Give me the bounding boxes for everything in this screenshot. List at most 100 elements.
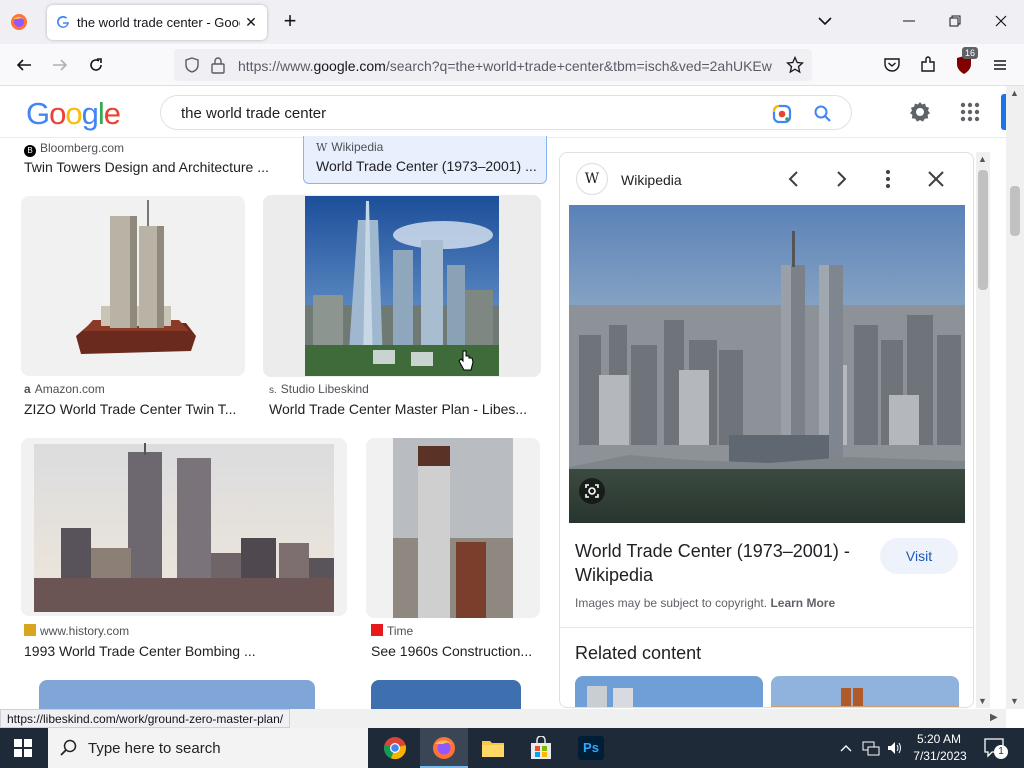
extensions-icon[interactable] [914,51,942,79]
chrome-taskbar-icon[interactable] [383,736,407,760]
settings-gear-icon[interactable] [908,100,932,124]
close-window-button[interactable] [992,12,1010,30]
extension-badge: 16 [962,47,979,59]
google-lens-icon[interactable] [771,103,793,125]
photoshop-taskbar-icon[interactable]: Ps [578,736,604,760]
taskbar-search-box[interactable]: Type here to search [48,728,368,768]
result-caption: See 1960s Construction... [371,643,533,659]
clock-date[interactable]: 7/31/2023 [912,749,968,763]
result-item-wikipedia-selected[interactable]: W Wikipedia World Trade Center (1973–2001… [303,136,547,184]
bookmark-star-icon[interactable] [785,55,805,74]
scroll-down-arrow-icon[interactable]: ▼ [978,696,987,706]
google-header: Google [0,86,1006,138]
page-scrollbar-thumb[interactable] [1010,186,1020,236]
ublock-extension-icon[interactable]: 16 [950,47,979,79]
url-bar[interactable]: https://www.google.com/search?q=the+worl… [174,49,812,81]
google-favicon-icon [56,15,70,29]
link-status-bar: https://libeskind.com/work/ground-zero-m… [0,709,291,728]
microsoft-store-taskbar-icon[interactable] [530,735,552,760]
navigation-toolbar: https://www.google.com/search?q=the+worl… [0,44,1024,86]
back-button[interactable] [10,51,38,79]
panel-divider [560,627,973,628]
scroll-up-arrow-icon[interactable]: ▲ [978,154,987,164]
previous-image-chevron-icon[interactable] [784,169,804,189]
google-logo[interactable]: Google [26,96,121,132]
google-apps-icon[interactable] [959,101,981,123]
lock-icon[interactable] [210,56,226,74]
active-tab[interactable]: the world trade center - Google Search ✕ [47,5,267,40]
result-meta-time[interactable]: Time See 1960s Construction... [366,624,542,664]
result-source: B Bloomberg.com [24,141,124,157]
tab-close-icon[interactable]: ✕ [243,14,259,30]
result-caption: World Trade Center (1973–2001) ... [316,158,537,174]
file-explorer-taskbar-icon[interactable] [481,737,505,759]
result-image-libeskind[interactable] [263,195,541,377]
amazon-favicon-icon: a [24,382,31,396]
learn-more-link[interactable]: Learn More [770,596,835,610]
forward-button[interactable] [46,51,74,79]
result-image-time[interactable] [366,438,540,618]
mouse-cursor-hand-icon [458,350,474,372]
hamburger-menu-icon[interactable] [986,51,1014,79]
scroll-right-arrow-icon[interactable]: ▶ [990,712,998,723]
result-source: www.history.com [24,624,129,638]
search-input[interactable] [181,102,741,124]
history-favicon-icon [24,624,36,636]
page-scroll-down-icon[interactable]: ▼ [1010,696,1019,706]
search-icon[interactable] [813,104,833,124]
result-source: s. Studio Libeskind [269,382,369,396]
panel-preview-image[interactable] [569,205,965,523]
result-meta-history[interactable]: www.history.com 1993 World Trade Center … [20,624,300,664]
search-box [160,95,852,130]
result-meta-amazon[interactable]: a Amazon.com ZIZO World Trade Center Twin… [20,382,260,422]
result-caption: 1993 World Trade Center Bombing ... [24,643,256,659]
tracking-protection-icon[interactable] [184,57,200,73]
firefox-taskbar-icon-active[interactable] [420,728,468,768]
show-hidden-icons-chevron[interactable] [838,740,854,756]
list-all-tabs-icon[interactable] [816,12,834,30]
url-text: https://www.google.com/search?q=the+worl… [238,58,772,74]
next-image-chevron-icon[interactable] [831,169,851,189]
panel-scrollbar[interactable]: ▲ ▼ [976,152,990,708]
result-caption: World Trade Center Master Plan - Libes..… [269,401,528,417]
new-tab-button[interactable]: + [279,10,301,32]
panel-source-name[interactable]: Wikipedia [621,172,682,188]
result-image-amazon[interactable] [21,196,245,376]
related-content-heading: Related content [575,643,702,663]
panel-title[interactable]: World Trade Center (1973–2001) - Wikiped… [575,539,865,587]
network-icon[interactable] [862,739,880,757]
visit-button[interactable]: Visit [880,538,958,574]
close-panel-icon[interactable] [926,169,946,189]
result-image-history[interactable] [21,438,347,616]
panel-scrollbar-thumb[interactable] [978,170,988,290]
notification-center-icon[interactable]: 1 [984,738,1008,759]
firefox-menu-icon[interactable] [10,13,28,31]
page-scrollbar[interactable]: ▲ ▼ [1006,86,1024,709]
result-image-row3-a[interactable] [39,680,315,710]
result-item-bloomberg[interactable]: B Bloomberg.com Twin Towers Design and Ar… [20,139,290,179]
result-image-row3-b[interactable] [371,680,521,710]
clock-time[interactable]: 5:20 AM [916,732,962,746]
windows-taskbar: Type here to search Ps 5:20 AM 7/31/2023… [0,728,1024,768]
panel-source-favicon: W [576,163,608,195]
volume-icon[interactable] [886,739,904,757]
taskbar-search-placeholder: Type here to search [88,740,221,757]
reload-button[interactable] [82,51,110,79]
page-scroll-up-icon[interactable]: ▲ [1010,88,1019,98]
restore-button[interactable] [946,12,964,30]
lens-search-image-icon[interactable] [579,478,605,504]
windows-start-icon[interactable] [14,739,32,757]
minimize-button[interactable] [900,12,918,30]
time-favicon-icon [371,624,383,636]
result-source: Time [371,624,413,638]
pocket-icon[interactable] [878,51,906,79]
copyright-notice: Images may be subject to copyright. Lear… [575,596,836,610]
related-thumb-1[interactable] [575,676,763,707]
result-source: a Amazon.com [24,382,105,396]
related-thumb-2[interactable] [771,676,959,707]
wikipedia-favicon-icon: W [316,141,328,154]
libeskind-favicon-icon: s. [269,385,277,396]
result-meta-libeskind[interactable]: s. Studio Libeskind World Trade Center Ma… [264,382,540,422]
bloomberg-favicon-icon: B [24,145,36,157]
more-options-icon[interactable] [878,169,898,189]
